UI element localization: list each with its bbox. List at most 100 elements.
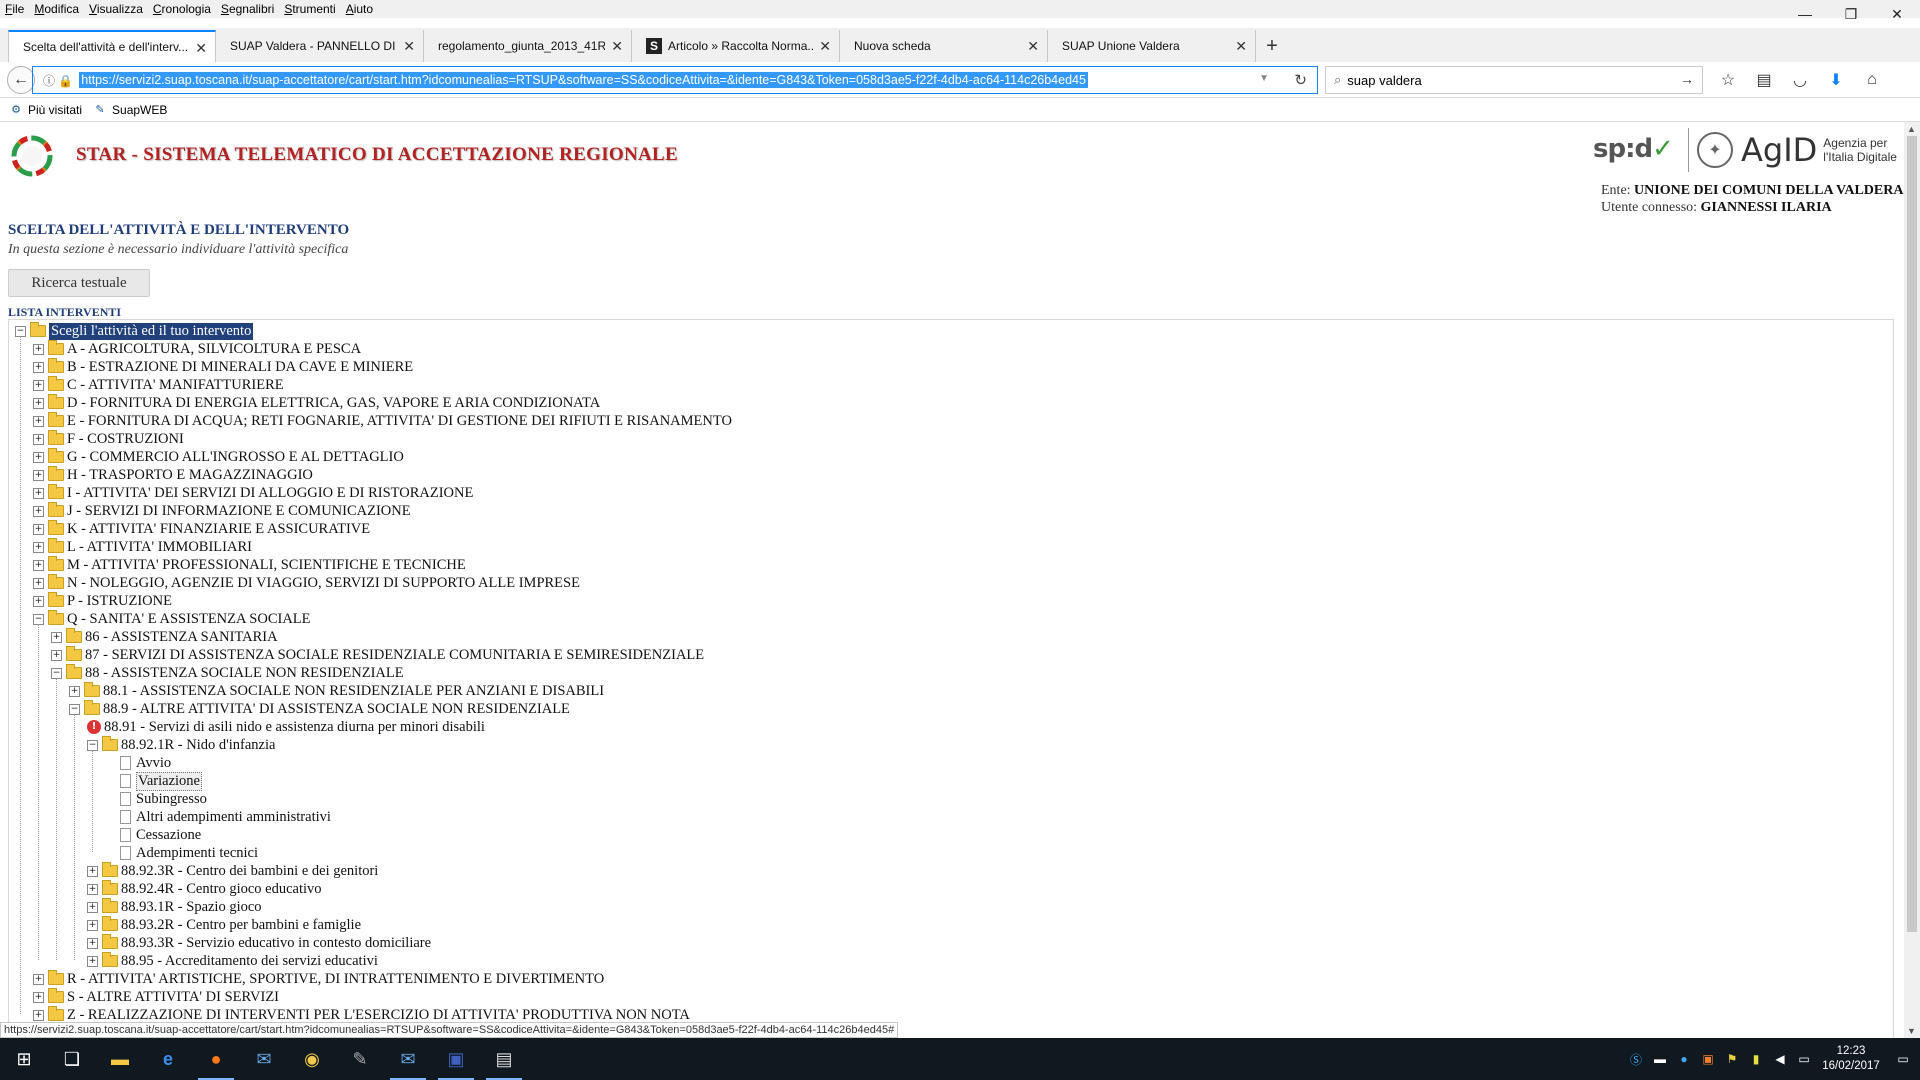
tree-node-label[interactable]: L - ATTIVITA' IMMOBILIARI [67,539,252,556]
notepad-icon[interactable]: ▤ [480,1038,528,1080]
tree-node[interactable]: +88.95 - Accreditamento dei servizi educ… [87,952,378,970]
expand-icon[interactable]: + [33,397,44,409]
expand-icon[interactable]: + [87,919,98,931]
menu-aiuto[interactable]: Aiuto [341,2,378,16]
tree-node-label[interactable]: Subingresso [136,791,207,808]
scroll-down-icon[interactable]: ▼ [1907,1026,1916,1036]
tree-node[interactable]: Subingresso [105,790,207,808]
tray-yellow-icon[interactable]: ▮ [1744,1052,1768,1066]
notifications-icon[interactable]: ▭ [1886,1052,1920,1066]
tree-node[interactable]: + G - COMMERCIO ALL'INGROSSO E AL DETTAGL… [33,448,404,466]
expand-icon[interactable]: + [51,649,62,661]
expand-icon[interactable]: + [33,451,44,463]
mail-app-icon[interactable]: ✉ [384,1038,432,1080]
close-tab-icon[interactable]: ✕ [611,38,623,55]
expand-icon[interactable]: + [33,577,44,589]
tray-app-icon[interactable]: ▬ [1648,1052,1672,1066]
ricerca-testuale-button[interactable]: Ricerca testuale [8,269,150,297]
expand-icon[interactable]: + [69,685,80,697]
tree-node[interactable]: + H - TRASPORTO E MAGAZZINAGGIO [33,466,313,484]
tree-node[interactable]: Altri adempimenti amministrativi [105,808,331,826]
tree-node-label[interactable]: A - AGRICOLTURA, SILVICOLTURA E PESCA [67,341,361,358]
tree-node-label[interactable]: Scegli l'attività ed il tuo intervento [49,322,254,340]
tree-node-label[interactable]: Q - SANITA' E ASSISTENZA SOCIALE [67,611,311,628]
tree-node-label[interactable]: 88.93.1R - Spazio gioco [121,899,262,916]
tree-node[interactable]: + R - ATTIVITA' ARTISTICHE, SPORTIVE, DI … [33,970,604,988]
expand-icon[interactable]: + [33,523,44,535]
url-text[interactable]: https://servizi2.suap.toscana.it/suap-ac… [79,72,1088,88]
tree-node-label[interactable]: S - ALTRE ATTIVITA' DI SERVIZI [67,989,279,1006]
skype-icon[interactable]: Ⓢ [1624,1051,1648,1068]
tree-node[interactable]: + B - ESTRAZIONE DI MINERALI DA CAVE E MI… [33,358,413,376]
tree-node[interactable]: Cessazione [105,826,201,844]
tray-sync-icon[interactable]: ● [1672,1052,1696,1066]
reload-icon[interactable]: ↻ [1294,71,1307,89]
expand-icon[interactable]: + [87,865,98,877]
menu-strumenti[interactable]: Strumenti [279,2,340,16]
app-icon[interactable]: ✎ [336,1038,384,1080]
tree-node-label[interactable]: 88.92.4R - Centro gioco educativo [121,881,322,898]
tree-node-label[interactable]: 86 - ASSISTENZA SANITARIA [85,629,278,646]
expand-icon[interactable]: + [33,541,44,553]
close-tab-icon[interactable]: ✕ [195,40,207,57]
clock[interactable]: 12:23 16/02/2017 [1816,1044,1886,1074]
tree-node[interactable]: Variazione [105,771,202,791]
minimize-button[interactable]: — [1782,0,1828,28]
tree-node[interactable]: − Q - SANITA' E ASSISTENZA SOCIALE [33,610,311,628]
tab-0[interactable]: Scelta dell'attività e dell'interv... ✕ [8,30,216,62]
tree-node[interactable]: + L - ATTIVITA' IMMOBILIARI [33,538,252,556]
tree-node[interactable]: + N - NOLEGGIO, AGENZIE DI VIAGGIO, SERVI… [33,574,580,592]
tray-security-icon[interactable]: ▣ [1696,1052,1720,1066]
close-window-button[interactable]: ✕ [1874,0,1920,28]
tree-node[interactable]: + D - FORNITURA DI ENERGIA ELETTRICA, GAS… [33,394,600,412]
expand-icon[interactable]: + [33,991,44,1003]
expand-icon[interactable]: + [33,595,44,607]
tree-node-label[interactable]: Variazione [136,771,202,791]
tree-node-label[interactable]: Cessazione [136,827,201,844]
expand-icon[interactable]: + [33,361,44,373]
expand-icon[interactable]: + [33,1009,44,1021]
tree-node[interactable]: Adempimenti tecnici [105,844,258,862]
edge-icon[interactable]: e [144,1038,192,1080]
tab-5[interactable]: SUAP Unione Valdera ✕ [1048,30,1256,62]
tree-node[interactable]: Avvio [105,754,171,772]
new-tab-button[interactable]: + [1256,30,1288,62]
search-box[interactable]: ⌕ suap valdera → [1325,66,1703,94]
tree-node-label[interactable]: E - FORNITURA DI ACQUA; RETI FOGNARIE, A… [67,413,732,430]
collapse-icon[interactable]: − [15,325,26,337]
tree-node[interactable]: + S - ALTRE ATTIVITA' DI SERVIZI [33,988,279,1006]
tree-node-label[interactable]: K - ATTIVITA' FINANZIARIE E ASSICURATIVE [67,521,370,538]
collapse-icon[interactable]: − [33,613,44,625]
tree-node-label[interactable]: M - ATTIVITA' PROFESSIONALI, SCIENTIFICH… [67,557,466,574]
tree-node-label[interactable]: C - ATTIVITA' MANIFATTURIERE [67,377,284,394]
download-icon[interactable]: ⬇ [1818,68,1854,92]
search-input[interactable]: suap valdera [1347,73,1421,88]
tree-node[interactable]: − 88.92.1R - Nido d'infanzia [87,736,275,754]
tree-node-label[interactable]: 88 - ASSISTENZA SOCIALE NON RESIDENZIALE [85,665,404,682]
expand-icon[interactable]: + [33,973,44,985]
vertical-scrollbar[interactable]: ▲ ▼ [1904,122,1920,1038]
tree-node[interactable]: +88.92.3R - Centro dei bambini e dei gen… [87,862,378,880]
tree-node[interactable]: + P - ISTRUZIONE [33,592,172,610]
tree-node-label[interactable]: Altri adempimenti amministrativi [136,809,331,826]
tree-node[interactable]: +88.93.3R - Servizio educativo in contes… [87,934,431,952]
expand-icon[interactable]: + [33,469,44,481]
menu-cronologia[interactable]: Cronologia [148,2,216,16]
tree-node[interactable]: +88.93.1R - Spazio gioco [87,898,262,916]
firefox-icon[interactable]: ● [192,1038,240,1080]
bookmark-star-icon[interactable]: ☆ [1710,68,1746,92]
tab-2[interactable]: regolamento_giunta_2013_41R... ✕ [424,30,632,62]
expand-icon[interactable]: + [87,883,98,895]
tree-node[interactable]: +88.92.4R - Centro gioco educativo [87,880,322,898]
tree-node[interactable]: + F - COSTRUZIONI [33,430,184,448]
volume-icon[interactable]: ◀ [1768,1052,1792,1066]
tree-node[interactable]: + J - SERVIZI DI INFORMAZIONE E COMUNICAZ… [33,502,411,520]
tree-node[interactable]: + C - ATTIVITA' MANIFATTURIERE [33,376,284,394]
collapse-icon[interactable]: − [69,703,80,715]
scrollbar-thumb[interactable] [1907,136,1917,932]
tree-node-label[interactable]: R - ATTIVITA' ARTISTICHE, SPORTIVE, DI I… [67,971,604,988]
thunderbird-icon[interactable]: ✉ [240,1038,288,1080]
tree-node-label[interactable]: H - TRASPORTO E MAGAZZINAGGIO [67,467,313,484]
tree-node[interactable]: + E - FORNITURA DI ACQUA; RETI FOGNARIE, … [33,412,732,430]
windows-start-icon[interactable]: ⊞ [0,1038,48,1080]
